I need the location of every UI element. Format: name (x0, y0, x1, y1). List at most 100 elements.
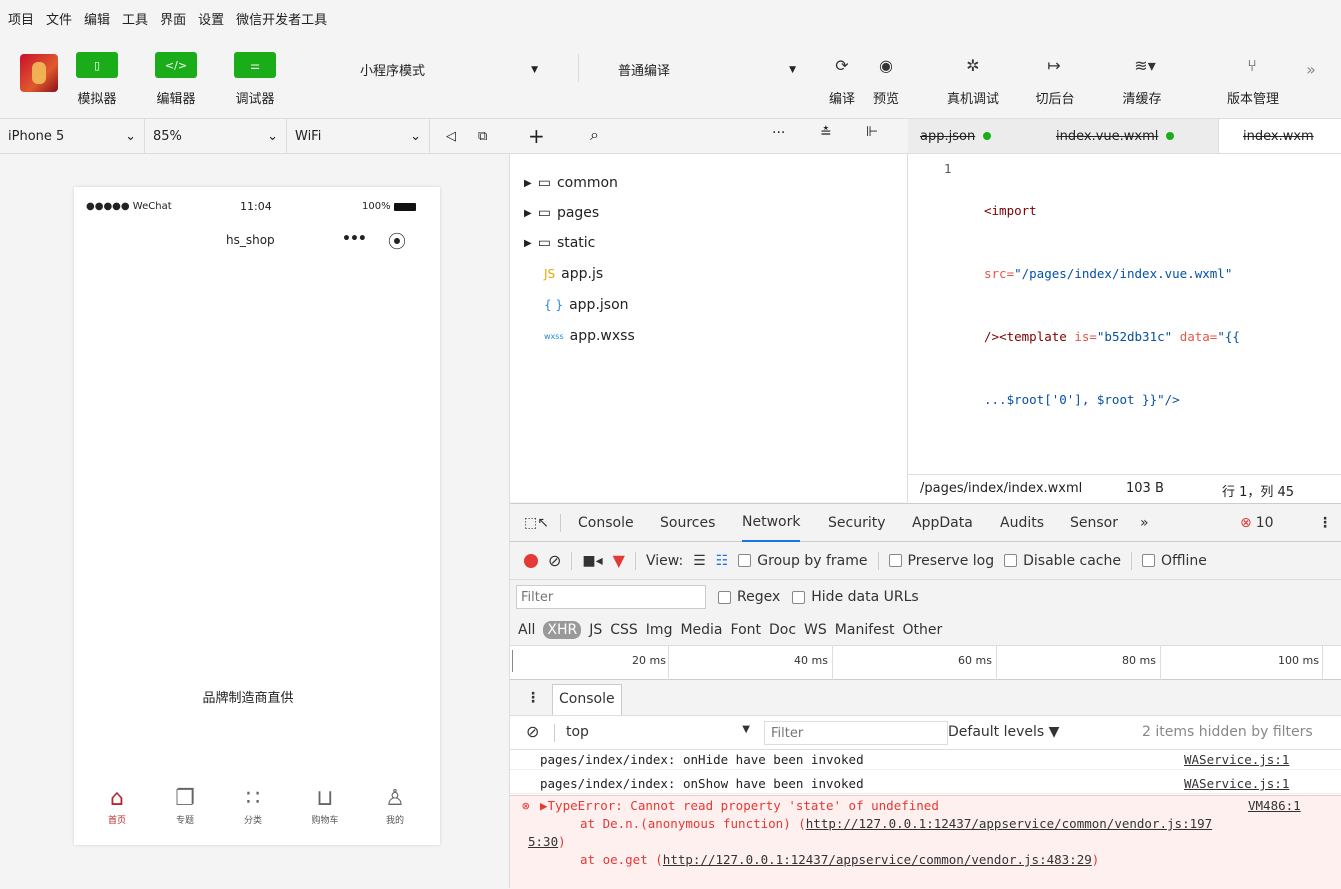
stack-link[interactable]: http://127.0.0.1:12437/appservice/common… (663, 852, 1092, 867)
type-js[interactable]: JS (589, 622, 602, 638)
version-button[interactable]: 版本管理 (1220, 88, 1286, 107)
inspect-icon[interactable]: ⬚↖ (524, 504, 549, 542)
preview-button[interactable]: 预览 (866, 88, 906, 107)
more-icon[interactable]: ··· (772, 125, 785, 141)
stack-link[interactable]: http://127.0.0.1:12437/appservice/common… (806, 816, 1212, 831)
tree-folder-static[interactable]: ▶ ▭ static (524, 231, 595, 255)
zoom-select[interactable]: 85% ⌄ (145, 119, 287, 153)
kebab-menu-icon[interactable]: ⋮ (1318, 504, 1332, 542)
log-source-link[interactable]: WAService.js:1 (1184, 776, 1289, 791)
menu-tools[interactable]: 工具 (122, 9, 148, 28)
error-counter[interactable]: ⊗ 10 (1240, 504, 1274, 542)
menu-settings[interactable]: 设置 (198, 9, 224, 28)
log-source-link[interactable]: WAService.js:1 (1184, 752, 1289, 767)
network-filter-input[interactable] (516, 585, 706, 609)
tab-category[interactable]: ∷ 分类 (228, 785, 278, 826)
console-filter-input[interactable] (764, 721, 948, 745)
devtools-tab-appdata[interactable]: AppData (912, 504, 973, 542)
project-avatar[interactable] (20, 54, 58, 92)
tab-index-wxml[interactable]: index.wxm (1218, 119, 1341, 153)
menu-view[interactable]: 界面 (160, 9, 186, 28)
tab-app-json[interactable]: app.json (920, 119, 992, 153)
type-font[interactable]: Font (731, 622, 761, 638)
compile-mode-select[interactable]: 普通编译 ▼ (618, 60, 796, 79)
eye-icon[interactable]: ◉ (866, 56, 906, 75)
devtools-tab-sources[interactable]: Sources (660, 504, 715, 542)
add-icon[interactable]: + (528, 124, 545, 148)
type-all[interactable]: All (518, 622, 535, 638)
type-doc[interactable]: Doc (769, 622, 796, 638)
split-icon[interactable]: ⊩ (866, 124, 878, 140)
type-css[interactable]: CSS (610, 622, 638, 638)
layers-icon[interactable]: ≋▾ (1120, 56, 1170, 75)
devtools-tab-sensor[interactable]: Sensor (1070, 504, 1118, 542)
record-icon[interactable] (524, 553, 538, 568)
filter-funnel-icon[interactable]: ▼ (613, 551, 625, 570)
type-img[interactable]: Img (646, 622, 673, 638)
editor-toggle[interactable]: </> (155, 52, 197, 78)
menu-file[interactable]: 文件 (46, 9, 72, 28)
devtools-tab-security[interactable]: Security (828, 504, 886, 542)
tab-mine[interactable]: ♙ 我的 (370, 785, 420, 826)
type-ws[interactable]: WS (804, 622, 827, 638)
search-icon[interactable]: ⌕ (590, 125, 599, 145)
tree-file-appjs[interactable]: JS app.js (544, 262, 603, 286)
simulator-toggle[interactable]: ▯ (76, 52, 118, 78)
type-xhr[interactable]: XHR (543, 620, 582, 639)
tab-topic[interactable]: ❐ 专题 (160, 785, 210, 826)
menu-project[interactable]: 项目 (8, 9, 34, 28)
background-button[interactable]: 切后台 (1030, 88, 1080, 107)
more-dots-icon[interactable]: ••• (342, 231, 367, 247)
refresh-icon[interactable]: ⟳ (822, 56, 862, 75)
capsule-close-icon[interactable]: ⦿ (388, 228, 406, 254)
offline-checkbox[interactable]: Offline (1141, 553, 1207, 569)
tree-file-appwxss[interactable]: wxss app.wxss (544, 324, 635, 348)
type-manifest[interactable]: Manifest (835, 622, 895, 638)
tree-folder-pages[interactable]: ▶ ▭ pages (524, 201, 599, 225)
type-other[interactable]: Other (903, 622, 943, 638)
compile-button[interactable]: 编译 (822, 88, 862, 107)
regex-checkbox[interactable]: Regex (718, 589, 780, 605)
devtools-tab-console[interactable]: Console (578, 504, 634, 542)
bug-icon[interactable]: ✲ (948, 56, 998, 75)
devtools-more-tabs[interactable]: » (1140, 504, 1149, 542)
menu-edit[interactable]: 编辑 (84, 9, 110, 28)
network-select[interactable]: WiFi ⌄ (287, 119, 430, 153)
error-source-link[interactable]: VM486:1 (1248, 798, 1301, 813)
error-message[interactable]: ▶TypeError: Cannot read property 'state'… (540, 798, 939, 813)
stack-link[interactable]: 5:30 (528, 834, 558, 849)
clear-console-icon[interactable]: ⊘ (526, 722, 539, 741)
type-media[interactable]: Media (680, 622, 722, 638)
popout-icon[interactable]: ⧉ (470, 119, 500, 153)
more-toolbar-button[interactable]: » (1296, 60, 1326, 79)
log-levels-select[interactable]: Default levels ▼ (948, 724, 1059, 740)
tree-folder-common[interactable]: ▶ ▭ common (524, 171, 618, 195)
switch-background-icon[interactable]: ↦ (1034, 56, 1074, 75)
menu-wechat-devtools[interactable]: 微信开发者工具 (236, 9, 327, 28)
mode-select[interactable]: 小程序模式 ▼ (360, 60, 538, 79)
code-editor[interactable]: 1 <import src="/pages/index/index.vue.wx… (908, 154, 1341, 474)
clear-icon[interactable]: ⊘ (548, 551, 561, 570)
tab-index-vue-wxml[interactable]: index.vue.wxml (1056, 119, 1175, 153)
debugger-toggle[interactable]: ⚌ (234, 52, 276, 78)
context-select[interactable]: top ▼ (566, 724, 750, 740)
clear-cache-button[interactable]: 清缓存 (1114, 88, 1170, 107)
branch-icon[interactable]: ⑂ (1232, 56, 1272, 75)
devtools-tab-audits[interactable]: Audits (1000, 504, 1044, 542)
preserve-log-checkbox[interactable]: Preserve log (888, 553, 994, 569)
group-by-frame-checkbox[interactable]: Group by frame (738, 553, 868, 569)
hide-data-urls-checkbox[interactable]: Hide data URLs (792, 589, 919, 605)
drawer-menu-icon[interactable]: ⋮ (526, 690, 540, 706)
volume-icon[interactable]: ◁ (438, 119, 468, 153)
drawer-tab-console[interactable]: Console (552, 684, 622, 715)
collapse-icon[interactable]: ≛ (820, 125, 832, 141)
tree-file-appjson[interactable]: { } app.json (544, 293, 629, 317)
devtools-tab-network[interactable]: Network (742, 504, 801, 542)
device-select[interactable]: iPhone 5 ⌄ (0, 119, 145, 153)
list-view-icon[interactable]: ☰ (693, 553, 706, 569)
remote-debug-button[interactable]: 真机调试 (940, 88, 1006, 107)
tab-home[interactable]: ⌂ 首页 (92, 785, 142, 826)
camera-icon[interactable]: ■◂ (582, 553, 602, 569)
waterfall-icon[interactable]: ☷ (716, 553, 729, 569)
disable-cache-checkbox[interactable]: Disable cache (1004, 553, 1121, 569)
